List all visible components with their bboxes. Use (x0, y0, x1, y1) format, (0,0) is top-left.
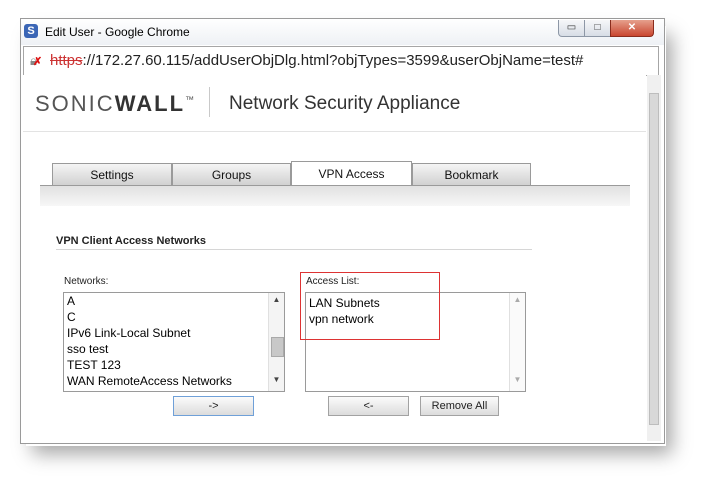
list-item[interactable]: sso test (64, 341, 284, 357)
window-title: Edit User - Google Chrome (45, 25, 190, 39)
logo-bold: WALL (114, 91, 186, 116)
page-content: SONICWALL™ Network Security Appliance Se… (23, 75, 646, 441)
list-item[interactable]: C (64, 309, 284, 325)
list-item[interactable]: TEST 123 (64, 357, 284, 373)
browser-window: S Edit User - Google Chrome ▭ □ ✕ 🔒︎ ✗ h… (20, 18, 665, 444)
scroll-down-arrow-icon[interactable]: ▼ (269, 375, 284, 389)
section-title: VPN Client Access Networks (56, 235, 206, 247)
logo-trademark: ™ (185, 94, 197, 105)
logo-light: SONIC (35, 91, 115, 116)
sonicwall-logo: SONICWALL™ (35, 91, 196, 117)
url-text[interactable]: https://172.27.60.115/addUserObjDlg.html… (50, 52, 583, 69)
networks-label: Networks: (64, 276, 109, 287)
app-name: Network Security Appliance (229, 93, 461, 114)
scroll-up-arrow-icon[interactable]: ▲ (510, 295, 525, 309)
tab-groups[interactable]: Groups (172, 163, 291, 186)
logo-divider (209, 87, 210, 117)
close-button[interactable]: ✕ (610, 20, 654, 37)
list-item[interactable]: IPv6 Link-Local Subnet (64, 325, 284, 341)
url-protocol: https (50, 52, 83, 69)
scroll-thumb[interactable] (271, 337, 284, 357)
list-item[interactable]: A (64, 293, 284, 309)
address-bar[interactable]: 🔒︎ ✗ https://172.27.60.115/addUserObjDlg… (23, 46, 659, 76)
maximize-button[interactable]: □ (584, 20, 611, 37)
scroll-up-arrow-icon[interactable]: ▲ (269, 295, 284, 309)
url-rest: ://172.27.60.115/addUserObjDlg.html?objT… (82, 52, 584, 69)
window-controls: ▭ □ ✕ (558, 20, 654, 37)
title-bar: S Edit User - Google Chrome ▭ □ ✕ (21, 19, 664, 45)
add-to-access-list-button[interactable]: -> (173, 396, 254, 416)
tab-bookmark[interactable]: Bookmark (412, 163, 531, 186)
page-scroll-thumb[interactable] (649, 93, 659, 425)
highlight-annotation (300, 272, 440, 340)
tab-vpn-access[interactable]: VPN Access (291, 161, 412, 188)
remove-from-access-list-button[interactable]: <- (328, 396, 409, 416)
list-item[interactable]: WAN RemoteAccess Networks (64, 373, 284, 389)
tab-content-strip (40, 186, 630, 206)
networks-listbox[interactable]: A C IPv6 Link-Local Subnet sso test TEST… (63, 292, 285, 392)
page-scrollbar[interactable] (647, 75, 661, 441)
scroll-down-arrow-icon[interactable]: ▼ (510, 375, 525, 389)
section-divider (56, 249, 532, 250)
brand-header: SONICWALL™ Network Security Appliance (23, 75, 646, 132)
networks-scrollbar[interactable]: ▲ ▼ (268, 293, 284, 391)
chrome-icon: S (24, 24, 38, 38)
minimize-button[interactable]: ▭ (558, 20, 585, 37)
insecure-x-icon: ✗ (33, 56, 43, 68)
remove-all-button[interactable]: Remove All (420, 396, 499, 416)
tab-settings[interactable]: Settings (52, 163, 172, 186)
access-list-scrollbar[interactable]: ▲ ▼ (509, 293, 525, 391)
